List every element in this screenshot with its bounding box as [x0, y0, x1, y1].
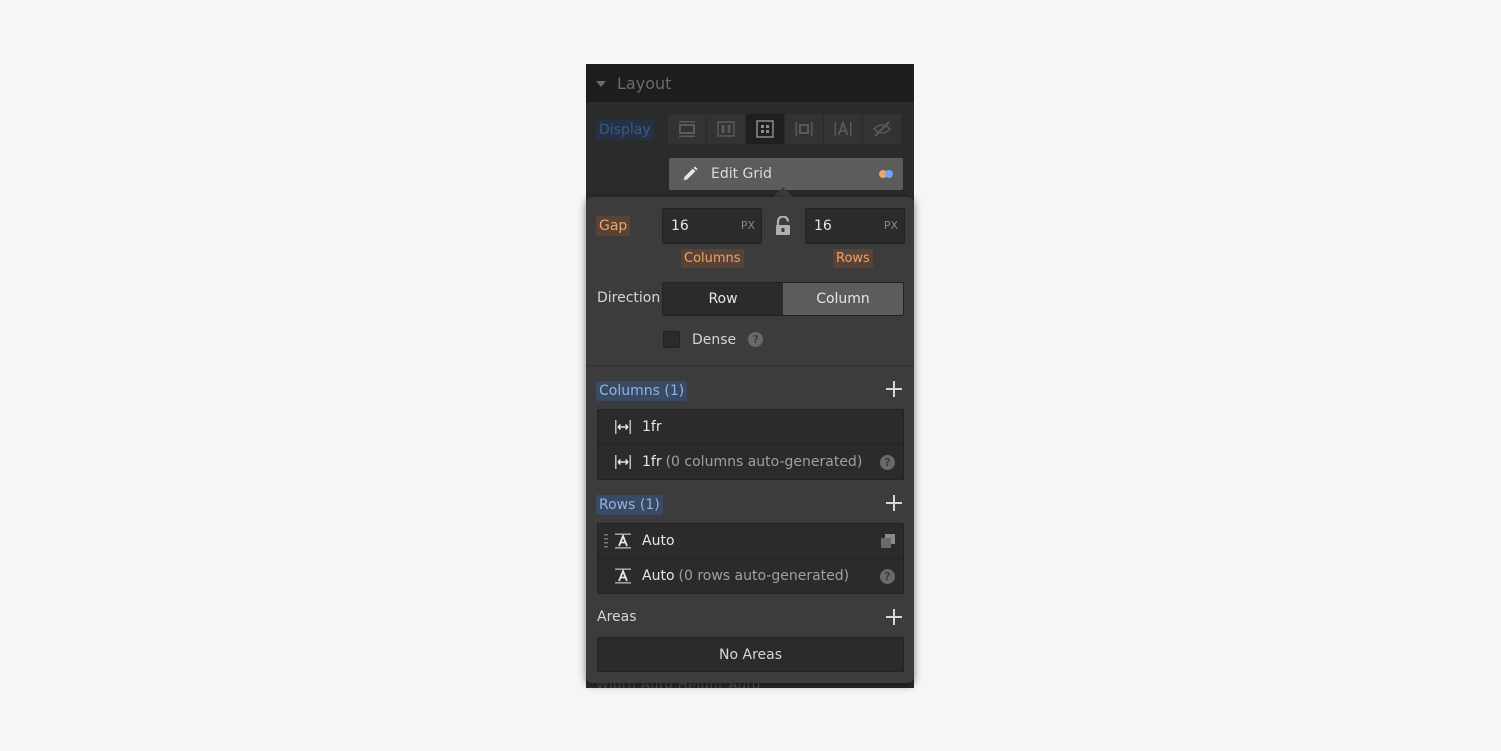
direction-column-button[interactable]: Column	[783, 283, 903, 315]
column-track-item[interactable]: 1fr	[598, 410, 903, 444]
columns-list: 1fr 1fr (0 columns auto-generated) ?	[597, 409, 904, 480]
edit-grid-label: Edit Grid	[711, 166, 772, 182]
display-inline-block-icon	[795, 122, 813, 136]
dense-option: Dense ?	[663, 331, 764, 348]
row-height-icon	[615, 568, 631, 584]
row-gap-unit[interactable]: PX	[884, 219, 898, 232]
eye-slash-icon	[872, 121, 892, 137]
column-width-icon	[615, 455, 631, 469]
direction-row-button[interactable]: Row	[663, 283, 783, 315]
direction-toggle: Row Column	[662, 282, 904, 316]
no-areas-placeholder: No Areas	[597, 637, 904, 672]
add-column-icon[interactable]	[886, 381, 902, 397]
rows-header: Rows (1)	[596, 493, 902, 517]
display-flex-icon	[717, 121, 735, 137]
dense-label: Dense	[692, 331, 737, 348]
columns-title[interactable]: Columns (1)	[596, 381, 688, 401]
drag-handle-icon[interactable]	[604, 534, 608, 548]
column-auto-value: 1fr	[642, 454, 662, 470]
caret-down-icon	[596, 81, 606, 87]
row-height-icon	[615, 533, 631, 549]
dense-checkbox[interactable]	[663, 331, 680, 348]
gap-row: Gap 16 PX 16 PX	[596, 208, 905, 244]
display-grid-icon	[756, 120, 774, 138]
display-grid-button[interactable]	[746, 114, 784, 144]
column-auto-note: (0 columns auto-generated)	[665, 454, 863, 470]
column-width-icon	[615, 420, 631, 434]
row-track-item[interactable]: Auto	[598, 524, 903, 558]
display-flex-button[interactable]	[707, 114, 745, 144]
pencil-icon	[683, 166, 698, 181]
display-row: Display	[596, 114, 904, 146]
columns-gap-label: Columns	[681, 249, 744, 268]
display-block-icon	[679, 121, 695, 137]
rows-gap-label: Rows	[833, 249, 873, 268]
edit-grid-button[interactable]: Edit Grid	[669, 158, 903, 190]
rows-list: Auto Auto (0 rows auto-generated) ?	[597, 523, 904, 594]
help-icon[interactable]: ?	[748, 332, 764, 347]
display-none-button[interactable]	[863, 114, 901, 144]
blue-dot-icon	[885, 170, 893, 178]
areas-header: Areas	[596, 607, 902, 631]
columns-header: Columns (1)	[596, 379, 902, 403]
row-gap-input[interactable]: 16 PX	[805, 208, 905, 244]
row-gap-value: 16	[814, 218, 832, 234]
add-row-icon[interactable]	[886, 495, 902, 511]
areas-title: Areas	[597, 609, 637, 625]
rows-title[interactable]: Rows (1)	[596, 495, 663, 515]
display-block-button[interactable]	[668, 114, 706, 144]
row-auto-item: Auto (0 rows auto-generated) ?	[598, 558, 903, 593]
help-icon[interactable]: ?	[880, 455, 895, 470]
unlock-icon[interactable]	[774, 216, 792, 236]
row-auto-note: (0 rows auto-generated)	[678, 568, 850, 584]
display-label[interactable]: Display	[596, 120, 654, 140]
column-gap-value: 16	[671, 218, 689, 234]
edit-grid-popover: Gap 16 PX 16 PX Columns Rows Direction R…	[586, 197, 914, 683]
direction-label: Direction	[597, 290, 661, 306]
breakpoint-indicator	[879, 170, 893, 178]
column-gap-unit[interactable]: PX	[741, 219, 755, 232]
row-track-value: Auto	[642, 533, 675, 549]
column-auto-item: 1fr (0 columns auto-generated) ?	[598, 444, 903, 479]
column-track-value: 1fr	[642, 419, 662, 435]
column-gap-input[interactable]: 16 PX	[662, 208, 762, 244]
help-icon[interactable]: ?	[880, 569, 895, 584]
gap-label[interactable]: Gap	[596, 216, 631, 236]
divider	[586, 365, 914, 366]
row-auto-value: Auto	[642, 568, 675, 584]
display-inline-icon	[834, 120, 852, 136]
duplicate-icon[interactable]	[881, 534, 895, 548]
display-inline-block-button[interactable]	[785, 114, 823, 144]
display-options	[668, 114, 902, 146]
add-area-icon[interactable]	[886, 609, 902, 625]
layout-section-header[interactable]: Layout	[586, 64, 914, 102]
section-title: Layout	[617, 73, 672, 93]
display-inline-button[interactable]	[824, 114, 862, 144]
